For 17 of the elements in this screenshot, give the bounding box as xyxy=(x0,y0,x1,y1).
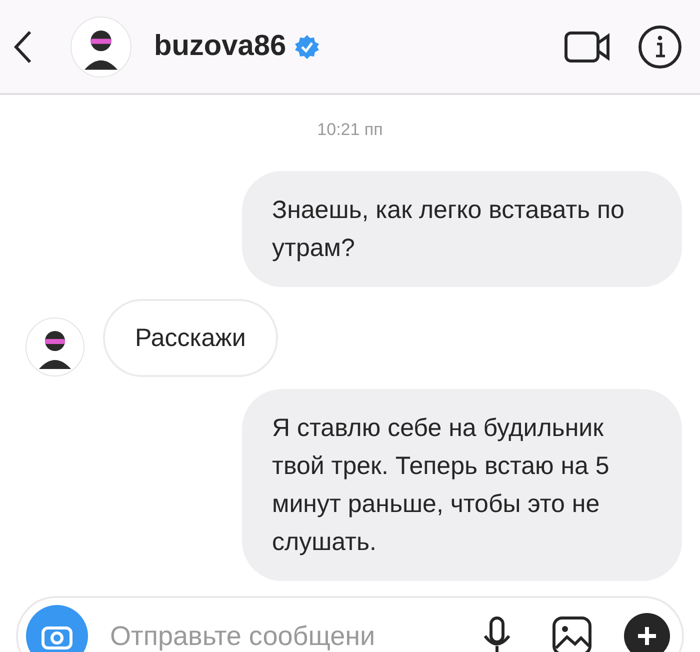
timestamp: 10:21 пп xyxy=(317,119,383,141)
info-icon[interactable] xyxy=(638,24,682,68)
microphone-icon[interactable] xyxy=(482,616,512,652)
plus-icon xyxy=(636,625,658,647)
message-input[interactable]: Отправьте сообщени xyxy=(110,616,482,652)
message-field[interactable]: Отправьте сообщени xyxy=(16,596,684,652)
camera-button[interactable] xyxy=(26,605,88,652)
username[interactable]: buzova86 xyxy=(154,24,286,68)
avatar xyxy=(70,16,132,78)
avatar xyxy=(25,316,85,376)
message-bubble: Знаешь, как легко вставать по утрам? xyxy=(242,170,682,286)
message-bubble: Я ставлю себе на будильник твой трек. Теперь встаю на 5 минут раньше, чтобы это не слушать. xyxy=(242,388,682,580)
back-icon[interactable] xyxy=(12,28,34,64)
add-button[interactable] xyxy=(624,613,670,652)
gallery-icon[interactable] xyxy=(552,616,592,652)
message-bubble: Расскажи xyxy=(103,298,278,376)
video-call-icon[interactable] xyxy=(564,28,612,64)
